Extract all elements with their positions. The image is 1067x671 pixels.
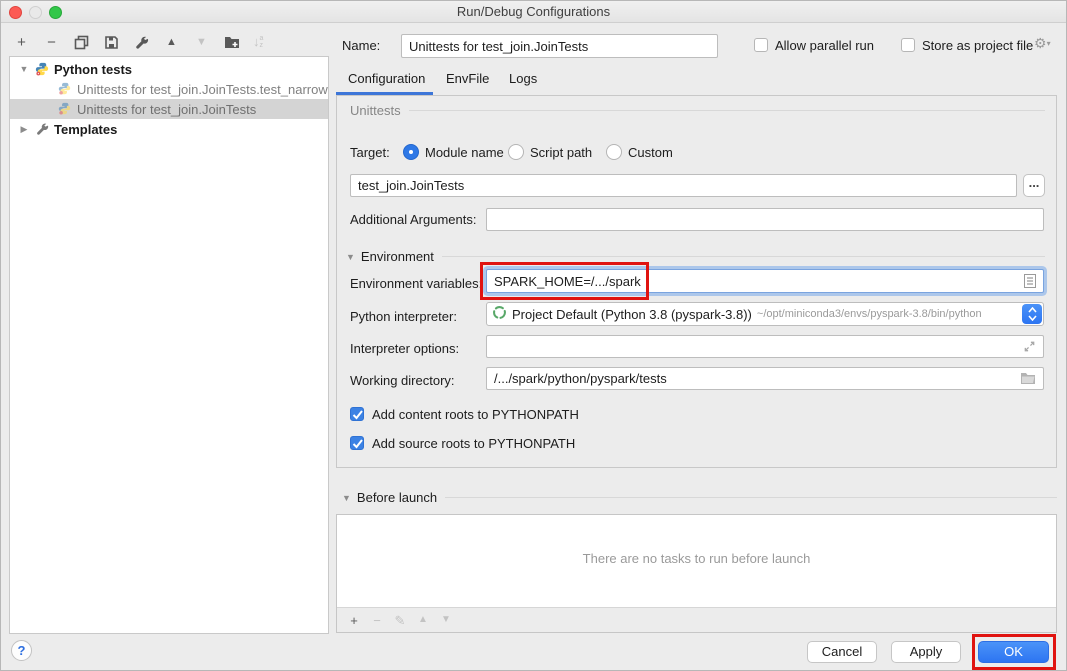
tree-node-label: Templates — [54, 122, 117, 137]
collapse-icon[interactable]: ▼ — [342, 493, 351, 503]
combobox-stepper-icon[interactable] — [1022, 304, 1042, 324]
move-task-up-button[interactable]: ▲ — [416, 613, 430, 627]
tab-logs[interactable]: Logs — [509, 71, 537, 86]
add-source-roots-checkbox[interactable] — [350, 436, 364, 450]
remove-task-button[interactable]: − — [370, 613, 384, 627]
run-debug-configurations-dialog: Run/Debug Configurations + − ▲ ▼ ↓ az ▼ — [0, 0, 1067, 671]
add-source-roots-label: Add source roots to PYTHONPATH — [372, 436, 575, 451]
add-content-roots-label: Add content roots to PYTHONPATH — [372, 407, 579, 422]
tree-node-templates[interactable]: ▶ Templates — [10, 119, 328, 139]
collapse-icon[interactable]: ▼ — [346, 252, 355, 262]
interpreter-name: Project Default (Python 3.8 (pyspark-3.8… — [512, 307, 752, 322]
templates-wrench-icon — [35, 122, 49, 136]
before-launch-task-list: There are no tasks to run before launch … — [336, 514, 1057, 633]
unittests-group-header: Unittests — [350, 103, 1045, 118]
environment-variables-label: Environment variables: — [350, 276, 482, 291]
tree-node-label: Python tests — [54, 62, 132, 77]
configurations-toolbar: + − ▲ ▼ ↓ az — [13, 32, 263, 52]
name-input[interactable] — [401, 34, 718, 58]
new-folder-icon[interactable] — [223, 34, 240, 51]
allow-parallel-run-checkbox[interactable] — [754, 38, 768, 52]
add-task-button[interactable]: + — [347, 613, 361, 627]
remove-configuration-button[interactable]: − — [43, 34, 60, 51]
interpreter-options-input[interactable] — [486, 335, 1044, 358]
copy-configuration-icon[interactable] — [73, 34, 90, 51]
python-test-icon — [58, 82, 72, 96]
chevron-right-icon[interactable]: ▶ — [18, 124, 30, 135]
interpreter-path: ~/opt/miniconda3/envs/pyspark-3.8/bin/py… — [757, 308, 982, 320]
target-script-path-label: Script path — [530, 145, 592, 160]
configurations-tree: ▼ Python tests Unittests for test_join.J… — [9, 56, 329, 634]
additional-arguments-label: Additional Arguments: — [350, 212, 476, 227]
help-button[interactable]: ? — [11, 640, 32, 661]
working-directory-input[interactable]: /.../spark/python/pyspark/tests — [486, 367, 1044, 390]
before-launch-empty-text: There are no tasks to run before launch — [337, 551, 1056, 566]
working-directory-label: Working directory: — [350, 373, 455, 388]
tree-node-python-tests[interactable]: ▼ Python tests — [10, 59, 328, 79]
browse-env-variables-icon[interactable] — [1024, 274, 1036, 288]
target-script-path-radio[interactable] — [508, 144, 524, 160]
target-custom-radio[interactable] — [606, 144, 622, 160]
cancel-button[interactable]: Cancel — [807, 641, 877, 663]
tree-node-label: Unittests for test_join.JoinTests — [77, 102, 256, 117]
move-task-down-button[interactable]: ▼ — [439, 613, 453, 627]
window-title: Run/Debug Configurations — [1, 1, 1066, 23]
gear-icon[interactable]: ⚙▾ — [1034, 35, 1051, 52]
name-label: Name: — [342, 38, 380, 53]
apply-button[interactable]: Apply — [891, 641, 961, 663]
move-up-button[interactable]: ▲ — [163, 34, 180, 51]
environment-variables-input[interactable]: SPARK_HOME=/.../spark — [486, 269, 1044, 293]
tree-node-label: Unittests for test_join.JoinTests.test_n… — [77, 82, 328, 97]
target-module-name-radio[interactable] — [403, 144, 419, 160]
store-as-project-file-checkbox[interactable] — [901, 38, 915, 52]
python-tests-icon — [35, 62, 49, 76]
edit-templates-icon[interactable] — [133, 34, 150, 51]
allow-parallel-run-label: Allow parallel run — [775, 38, 874, 53]
python-interpreter-label: Python interpreter: — [350, 309, 457, 324]
interpreter-env-icon — [492, 305, 507, 323]
ok-button[interactable]: OK — [978, 641, 1049, 663]
store-as-project-file-label: Store as project file — [922, 38, 1033, 53]
edit-task-icon[interactable]: ✎ — [393, 613, 407, 627]
tab-envfile[interactable]: EnvFile — [446, 71, 489, 86]
add-configuration-button[interactable]: + — [13, 34, 30, 51]
additional-arguments-input[interactable] — [486, 208, 1044, 231]
tree-node-jointests-selected[interactable]: Unittests for test_join.JoinTests — [10, 99, 328, 119]
title-bar: Run/Debug Configurations — [1, 1, 1066, 23]
interpreter-options-label: Interpreter options: — [350, 341, 459, 356]
sort-configurations-icon[interactable]: ↓ az — [253, 35, 263, 49]
target-label: Target: — [350, 145, 390, 160]
save-configuration-icon[interactable] — [103, 34, 120, 51]
target-module-name-label: Module name — [425, 145, 504, 160]
chevron-down-icon[interactable]: ▼ — [18, 64, 30, 74]
target-input[interactable]: test_join.JoinTests — [350, 174, 1017, 197]
python-test-icon — [58, 102, 72, 116]
tree-node-test-narrow[interactable]: Unittests for test_join.JoinTests.test_n… — [10, 79, 328, 99]
before-launch-toolbar: + − ✎ ▲ ▼ — [337, 607, 1056, 632]
move-down-button[interactable]: ▼ — [193, 34, 210, 51]
browse-target-button[interactable]: ... — [1023, 174, 1045, 197]
expand-editor-icon[interactable] — [1023, 340, 1036, 353]
before-launch-header[interactable]: ▼ Before launch — [342, 490, 1057, 505]
add-content-roots-checkbox[interactable] — [350, 407, 364, 421]
target-custom-label: Custom — [628, 145, 673, 160]
browse-folder-icon[interactable] — [1020, 372, 1036, 385]
environment-group-header[interactable]: ▼ Environment — [346, 249, 1045, 264]
tab-configuration[interactable]: Configuration — [348, 71, 425, 86]
python-interpreter-select[interactable]: Project Default (Python 3.8 (pyspark-3.8… — [486, 302, 1044, 326]
